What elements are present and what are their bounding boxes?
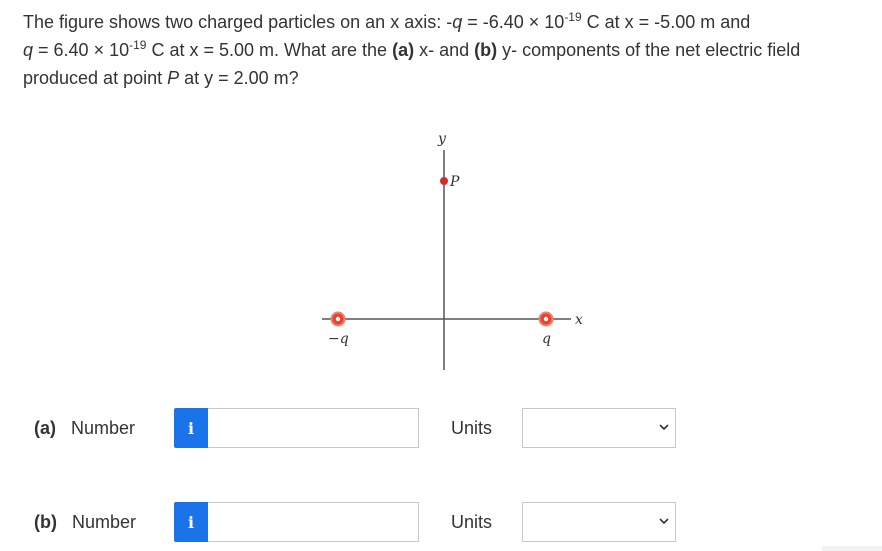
answer-a-label: (a) Number — [34, 418, 136, 438]
left-charge-label: −q — [328, 331, 349, 347]
units-label-b: Units — [451, 512, 493, 532]
point-p-label: P — [449, 174, 460, 190]
chevron-down-icon — [659, 518, 669, 525]
question-text: The figure shows two charged particles o… — [23, 10, 801, 88]
info-icon: i — [187, 418, 195, 438]
answer-row-a: (a) Number i Units — [0, 408, 882, 450]
info-icon: i — [187, 512, 195, 532]
answer-b-label: (b) Number — [34, 512, 137, 532]
divider — [822, 546, 882, 551]
x-axis-label: x — [575, 312, 583, 328]
number-input-b[interactable] — [208, 502, 419, 542]
answer-row-b: (b) Number i Units — [0, 502, 882, 544]
units-select-b[interactable] — [522, 502, 676, 542]
info-button-b[interactable]: i — [174, 502, 208, 542]
charge-diagram: y x P −q q — [322, 131, 583, 370]
right-charge-label: q — [542, 331, 551, 347]
point-p-marker — [440, 177, 448, 185]
charge-figure: y x P −q q — [300, 125, 620, 375]
y-axis-label: y — [437, 131, 447, 147]
chevron-down-icon — [659, 424, 669, 431]
left-charge-highlight — [335, 316, 341, 322]
units-select-a[interactable] — [522, 408, 676, 448]
right-charge-highlight — [543, 316, 549, 322]
number-input-a[interactable] — [208, 408, 419, 448]
info-button-a[interactable]: i — [174, 408, 208, 448]
units-label-a: Units — [451, 418, 493, 438]
